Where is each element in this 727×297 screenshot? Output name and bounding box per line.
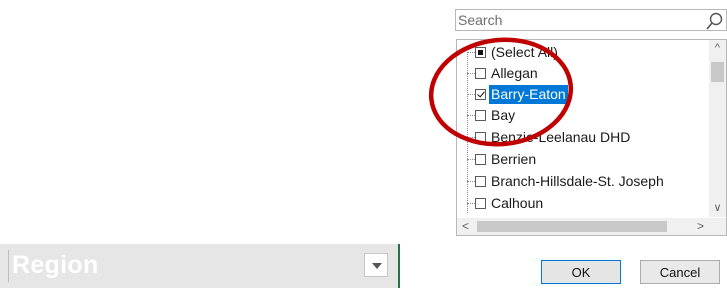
chevron-down-icon[interactable]: ∨	[709, 200, 726, 217]
filter-list: (Select All) Allegan Barry-Eaton Bay Ben…	[456, 39, 727, 236]
list-item-branch-hillsdale[interactable]: Branch-Hillsdale-St. Joseph	[467, 171, 707, 191]
tree-branch	[467, 51, 475, 53]
list-item-berrien[interactable]: Berrien	[467, 149, 707, 169]
search-box[interactable]	[455, 9, 727, 31]
cancel-button[interactable]: Cancel	[640, 260, 720, 284]
tree-branch	[467, 202, 475, 204]
chevron-right-icon[interactable]: >	[692, 218, 709, 235]
checkbox[interactable]	[475, 175, 486, 187]
list-item-label: Branch-Hillsdale-St. Joseph	[491, 172, 664, 189]
search-input[interactable]	[456, 10, 705, 30]
list-item-calhoun[interactable]: Calhoun	[467, 193, 707, 213]
checkbox[interactable]	[475, 46, 486, 58]
scrollbar-thumb[interactable]	[711, 62, 724, 82]
horizontal-scrollbar[interactable]: < >	[457, 218, 709, 235]
vertical-scrollbar[interactable]: ^ ∨	[709, 40, 726, 217]
ok-button[interactable]: OK	[541, 260, 621, 284]
region-header-label: Region	[12, 251, 99, 279]
list-item-bay[interactable]: Bay	[467, 105, 707, 125]
chevron-up-icon[interactable]: ^	[709, 40, 726, 57]
list-item-label: Allegan	[491, 64, 538, 81]
tree-branch	[467, 93, 475, 95]
filter-dropdown-button[interactable]	[364, 253, 388, 277]
search-icon[interactable]	[705, 11, 725, 31]
checkbox[interactable]	[475, 197, 486, 209]
checkbox[interactable]	[475, 131, 486, 143]
list-item-select-all[interactable]: (Select All)	[467, 42, 707, 62]
scrollbar-thumb[interactable]	[477, 221, 667, 232]
list-item-barry-eaton[interactable]: Barry-Eaton	[467, 84, 707, 104]
list-item-label: Bay	[491, 106, 516, 123]
list-item-allegan[interactable]: Allegan	[467, 63, 707, 83]
cell-divider	[8, 250, 9, 282]
list-item-label: Calhoun	[491, 194, 544, 211]
list-item-label: Benzie-Leelanau DHD	[491, 128, 631, 145]
chevron-left-icon[interactable]: <	[457, 218, 474, 235]
list-item-label: (Select All)	[491, 43, 558, 60]
checkbox[interactable]	[475, 67, 486, 79]
tree-branch	[467, 180, 475, 182]
tree-branch	[467, 114, 475, 116]
list-item-benzie-leelanau[interactable]: Benzie-Leelanau DHD	[467, 127, 707, 147]
tree-branch	[467, 158, 475, 160]
checkbox[interactable]	[475, 88, 486, 100]
dropdown-arrow-icon	[372, 263, 382, 269]
tree-branch	[467, 136, 475, 138]
tree-branch	[467, 72, 475, 74]
scrollbar-corner	[709, 218, 726, 235]
region-header-cell[interactable]: Region	[0, 244, 400, 288]
list-item-label: Barry-Eaton	[489, 84, 568, 104]
list-item-label: Berrien	[491, 150, 537, 167]
checkbox[interactable]	[475, 153, 486, 165]
checkbox[interactable]	[475, 109, 486, 121]
